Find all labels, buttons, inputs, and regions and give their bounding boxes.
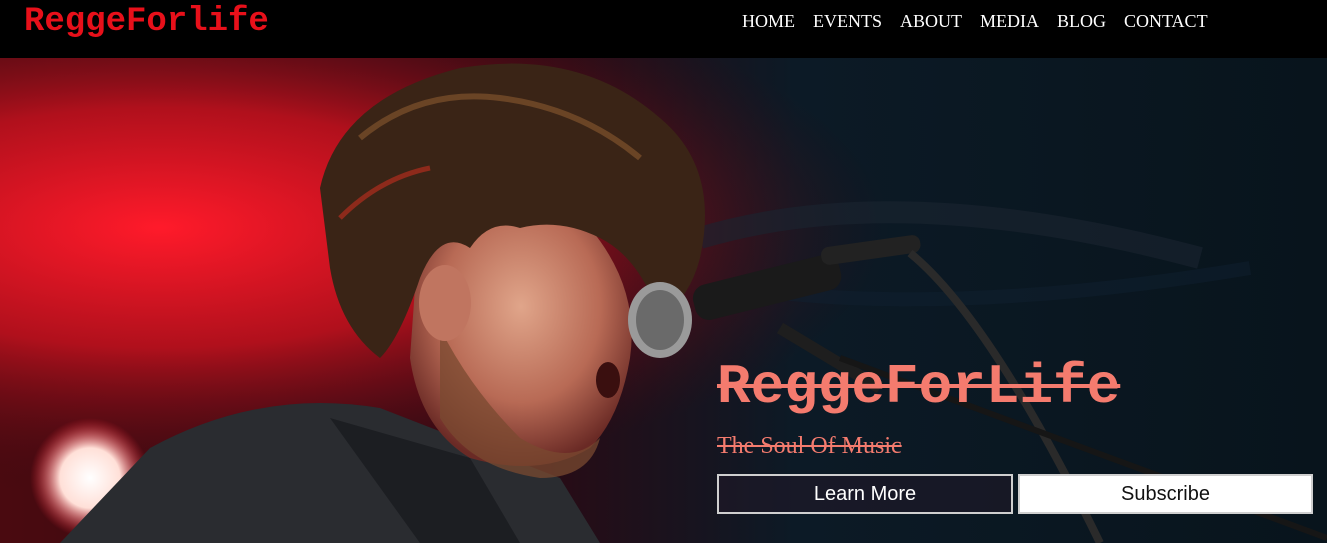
nav-item-home[interactable]: HOME — [742, 10, 795, 32]
site-logo[interactable]: ReggeForlife — [24, 3, 269, 41]
nav-item-events[interactable]: EVENTS — [813, 10, 882, 32]
learn-more-button[interactable]: Learn More — [717, 474, 1013, 514]
nav-item-media[interactable]: MEDIA — [980, 10, 1039, 32]
hero-title: ReggeForLife — [717, 355, 1121, 419]
main-nav: HOME EVENTS ABOUT MEDIA BLOG CONTACT — [742, 10, 1226, 32]
nav-item-about[interactable]: ABOUT — [900, 10, 962, 32]
subscribe-button[interactable]: Subscribe — [1018, 474, 1313, 514]
nav-item-blog[interactable]: BLOG — [1057, 10, 1106, 32]
hero-text-block: ReggeForLife The Soul Of Music — [717, 356, 1120, 460]
hero-subtitle: The Soul Of Music — [717, 433, 902, 459]
top-navbar: ReggeForlife HOME EVENTS ABOUT MEDIA BLO… — [0, 0, 1327, 58]
nav-item-contact[interactable]: CONTACT — [1124, 10, 1208, 32]
hero-section: ReggeForLife The Soul Of Music Learn Mor… — [0, 58, 1327, 543]
hero-background-photo — [0, 58, 1327, 543]
